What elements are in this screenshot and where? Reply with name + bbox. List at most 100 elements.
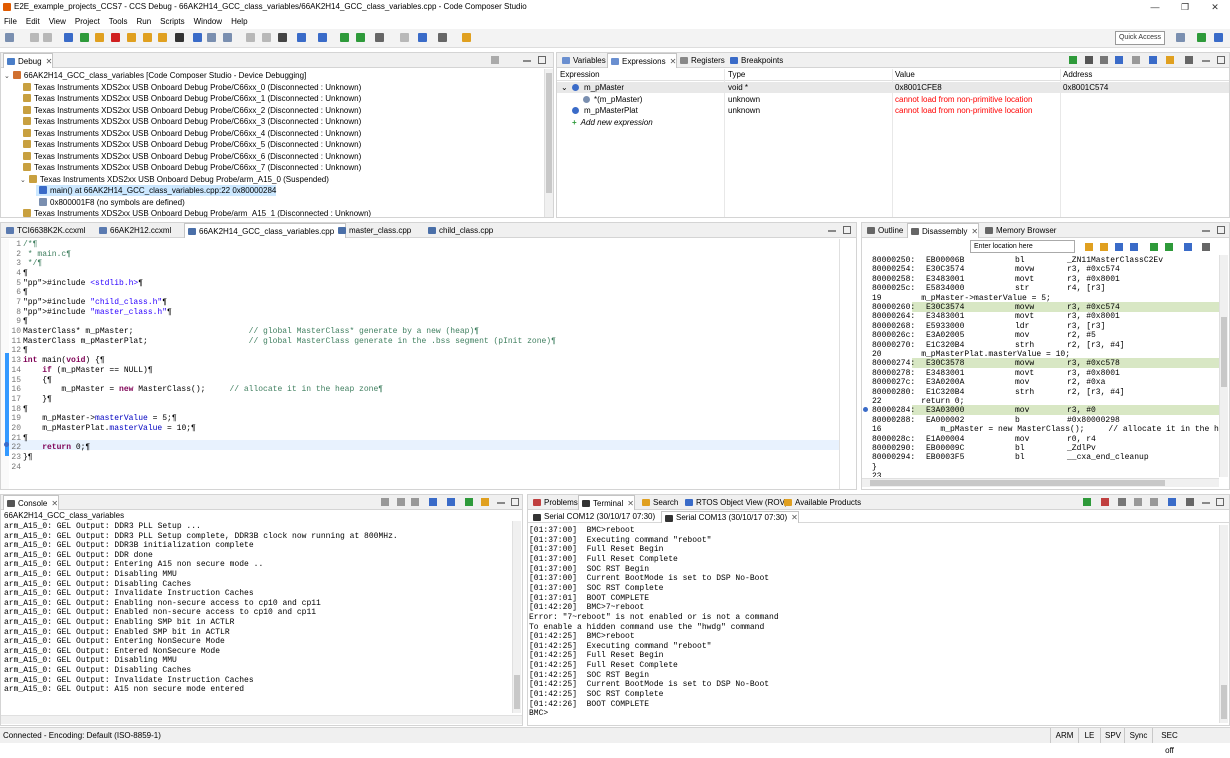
tab-debug[interactable]: Debug ✕ [3,53,53,68]
disassembly-listing[interactable]: 80000250: EB00006B bl _ZN11MasterClassC2Ev 8… [862,255,1219,477]
terminate-icon[interactable] [111,33,120,42]
open-terminal-icon[interactable] [1168,498,1176,506]
code-line[interactable]: m_pMasterPlat.masterValue = 10;¶ [23,424,196,433]
tab-tci6638k2k[interactable]: TCI6638K2K.ccxml [3,223,85,238]
tab-outline[interactable]: Outline [864,223,903,238]
quick-access-field[interactable]: Quick Access [1115,31,1165,45]
go-icon[interactable] [1085,243,1093,251]
maximize-view-icon[interactable] [1217,226,1225,234]
code-line[interactable]: */¶ [23,259,42,268]
memory-icon[interactable] [318,33,327,42]
col-value[interactable]: Value [895,70,915,79]
close-icon[interactable]: ✕ [627,499,634,508]
console-hscrollbar[interactable] [1,715,522,724]
tab-disassembly[interactable]: Disassembly ✕ [907,223,980,238]
debug-icon[interactable] [64,33,73,42]
save-all-icon[interactable] [43,33,52,42]
tab-search[interactable]: Search [639,495,678,510]
remove-all-terminated-icon[interactable] [491,56,499,64]
debug-tree-item[interactable]: Texas Instruments XDS2xx USB Onboard Deb… [20,82,361,93]
word-wrap-icon[interactable] [411,498,419,506]
tab-memory-browser[interactable]: Memory Browser [982,223,1056,238]
debug-tree-item[interactable]: Texas Instruments XDS2xx USB Onboard Deb… [20,93,361,104]
external-tools-icon[interactable] [375,33,384,42]
menu-run[interactable]: Run [132,14,156,29]
menu-view[interactable]: View [45,14,71,29]
debug-tree-item[interactable]: Texas Instruments XDS2xx USB Onboard Deb… [20,162,361,173]
open-type-icon[interactable] [400,33,409,42]
view-menu-icon[interactable] [1185,56,1193,64]
menu-file[interactable]: File [0,14,22,29]
step-over-icon[interactable] [143,33,152,42]
tab-serial-com12[interactable]: Serial COM12 (30/10/17 07:30) [530,511,655,523]
minimize-view-icon[interactable] [1202,60,1210,62]
edit-perspective-icon[interactable] [1197,33,1206,42]
run-external-icon[interactable] [356,33,365,42]
collapse-arrow-icon[interactable]: ⌄ [4,73,10,80]
menu-window[interactable]: Window [190,14,227,29]
sync-icon[interactable] [1115,243,1123,251]
pin-console-icon[interactable] [429,498,437,506]
open-perspective-icon[interactable] [1176,33,1185,42]
search-icon[interactable] [418,33,427,42]
step-icon[interactable] [1150,243,1158,251]
add-new-expression[interactable]: + Add new expression [572,117,653,128]
tab-variables[interactable]: Variables [559,53,606,68]
instruction-step-icon[interactable] [193,33,202,42]
restart-icon[interactable] [223,33,232,42]
code-editor[interactable]: 1/*¶ 2 * main.c¶ 3 */¶ 4 ¶ 5 "pp">#include <st… [1,239,839,489]
remove-all-icon[interactable] [1100,56,1108,64]
tab-66ak2h12[interactable]: 66AK2H12.ccxml [96,223,171,238]
code-line[interactable]: "pp">#include "master_class.h"¶ [23,308,172,317]
settings-icon[interactable] [438,33,447,42]
code-line[interactable]: }¶ [23,453,33,462]
code-line[interactable]: "pp">#include <stdlib.h>¶ [23,279,143,288]
expand-arrow-icon[interactable]: ⌄ [561,82,568,93]
tab-terminal[interactable]: Terminal ✕ [578,495,635,510]
minimize-view-icon[interactable] [828,230,836,232]
tab-class-variables-cpp[interactable]: 66AK2H14_GCC_class_variables.cpp✕ [184,223,346,238]
console-menu-icon[interactable] [481,498,489,506]
tab-expressions[interactable]: Expressions ✕ [607,53,678,68]
tab-console[interactable]: Console ✕ [3,495,60,510]
col-address[interactable]: Address [1063,70,1092,79]
code-line[interactable]: ¶ [23,269,28,278]
display-console-icon[interactable] [447,498,455,506]
close-icon[interactable]: ✕ [670,57,677,66]
code-line[interactable]: ¶ [23,434,28,443]
minimize-view-icon[interactable] [1202,502,1210,504]
code-line[interactable]: ¶ [23,288,28,297]
location-input[interactable]: Enter location here [970,240,1075,253]
tab-problems[interactable]: Problems [530,495,578,510]
disasm-scrollbar[interactable] [1219,255,1228,477]
close-icon[interactable]: ✕ [971,227,978,236]
code-line[interactable]: /*¶ [23,240,37,249]
code-line[interactable]: * main.c¶ [23,250,71,259]
tools-icon[interactable] [278,33,287,42]
save-icon[interactable] [30,33,39,42]
run-icon[interactable] [340,33,349,42]
step-into-icon[interactable] [127,33,136,42]
select-all-icon[interactable] [1132,56,1140,64]
continuous-refresh-icon[interactable] [1166,56,1174,64]
refresh-disasm-icon[interactable] [1184,243,1192,251]
code-line[interactable]: MasterClass m_pMasterPlat; // global Mas… [23,337,556,346]
code-line[interactable]: return 0;¶ [23,443,90,452]
close-icon[interactable]: ✕ [46,57,53,66]
code-line[interactable]: int main(void) {¶ [23,356,105,365]
menu-project[interactable]: Project [71,14,105,29]
link-icon[interactable] [1100,243,1108,251]
col-expression[interactable]: Expression [560,70,600,79]
debug-tree-item[interactable]: Texas Instruments XDS2xx USB Onboard Deb… [20,139,361,150]
tab-registers[interactable]: Registers [677,53,725,68]
close-button[interactable]: ✕ [1200,0,1230,14]
code-line[interactable]: ¶ [23,346,28,355]
tab-serial-com13[interactable]: Serial COM13 (30/10/17 07:30) ✕ [661,511,799,523]
remove-expression-icon[interactable] [1085,56,1093,64]
menu-edit[interactable]: Edit [22,14,45,29]
expression-row[interactable]: ⌄ m_pMaster void * 0x8001CFE8 0x8001C574 [557,82,1229,93]
clear-console-icon[interactable] [381,498,389,506]
tab-master-class-cpp[interactable]: master_class.cpp [335,223,411,238]
add-expression-icon[interactable] [1069,56,1077,64]
pin-icon[interactable] [462,33,471,42]
